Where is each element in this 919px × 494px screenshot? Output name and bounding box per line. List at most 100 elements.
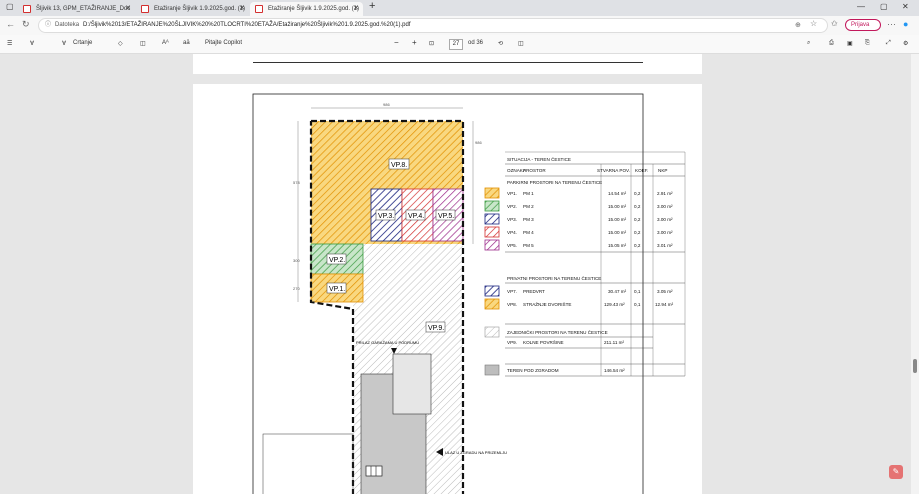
section-private: PRIVATNI PROSTORI NA TERENU ČESTICE (507, 275, 601, 281)
pdf-page-previous (193, 54, 702, 74)
vertical-scrollbar[interactable] (911, 54, 919, 494)
draw-icon[interactable]: ∀ (62, 40, 66, 47)
pdf-icon (23, 5, 31, 13)
section-parking: PARKIRNI PROSTORI NA TERENU ČESTICE (507, 179, 602, 185)
table-cell: 0,2 (634, 217, 641, 222)
maximize-icon[interactable]: ▢ (880, 2, 888, 11)
dim-right: 986 (475, 140, 482, 145)
pdf-icon (255, 5, 263, 13)
note-entrance: ULAZ U ZGRADU NA PRIZEMLJU (445, 450, 507, 455)
read-aloud-icon[interactable]: Aᴬ (162, 40, 169, 46)
pdf-icon (141, 5, 149, 13)
more-icon[interactable]: ··· (887, 19, 896, 29)
table-cell: 211.11 m² (604, 340, 624, 345)
th-nkp: NKP (658, 168, 667, 173)
favorite-star-icon[interactable]: ☆ (810, 19, 817, 28)
table-cell: 12.94 m² (655, 302, 674, 307)
save-icon[interactable]: ▣ (847, 40, 853, 47)
table-cell: VP7. (507, 289, 517, 294)
table-cell: 129.43 m² (604, 302, 625, 307)
table-cell: 0,2 (634, 204, 641, 209)
close-tab-icon[interactable]: ✕ (125, 2, 131, 16)
th-space: PROSTOR (523, 168, 546, 173)
close-tab-icon[interactable]: ✕ (239, 2, 245, 16)
search-icon[interactable]: ⌕ (807, 40, 810, 47)
page-number-input[interactable]: 27 (449, 39, 463, 50)
signin-button[interactable]: Prijava (845, 19, 881, 31)
table-cell: PM 2 (523, 204, 534, 209)
eraser-icon[interactable]: ◇ (118, 40, 123, 47)
minimize-icon[interactable]: — (857, 2, 865, 11)
table-cell: 3.05 m² (657, 289, 673, 294)
table-cell: 14.54 m² (608, 191, 627, 196)
contents-icon[interactable]: ☰ (7, 40, 12, 47)
window-menu-icon[interactable]: ▢ (6, 2, 14, 11)
close-tab-icon[interactable]: ✕ (353, 2, 359, 16)
tab-3[interactable]: Etažiranje Šljivik 1.9.2025.god. (1) ✕ (250, 2, 363, 16)
table-cell: 3.01 m² (657, 243, 673, 248)
table-cell: 3.00 m² (657, 204, 673, 209)
close-window-icon[interactable]: ✕ (902, 2, 909, 11)
table-cell: 15.00 m² (608, 204, 627, 209)
address-bar: ← ↻ ⓘ Datoteka D:/Šljivik%2013/ETAŽIRANJE%… (0, 16, 919, 35)
back-icon[interactable]: ← (6, 19, 15, 29)
pdf-toolbar: ☰ ∀ ∀ Crtanje ◇ ◫ Aᴬ aā Pitajte Copilot … (0, 35, 919, 54)
two-page-icon[interactable]: ◫ (518, 40, 524, 47)
fullscreen-icon[interactable]: ⤢ (886, 40, 891, 47)
table-cell: VP3. (507, 217, 517, 222)
dim-left-3: 270 (293, 286, 300, 291)
label-vp9: VP.9. (428, 325, 444, 332)
note-garage: PRILAZ GARAŽAMA U PODRUMU (356, 340, 419, 345)
zoom-out-button[interactable]: − (394, 38, 399, 47)
settings-gear-icon[interactable]: ⚙ (903, 40, 908, 47)
pdf-page-current: 986 578 300 270 986 VP.8. VP.3. VP.4. VP… (193, 84, 702, 494)
tab-2[interactable]: Etažiranje Šljivik 1.9.2025.god. (1) ✕ (136, 2, 249, 16)
dim-left-1: 578 (293, 180, 300, 185)
file-info-icon: ⓘ (45, 22, 52, 28)
tab-1[interactable]: Šljivik 13, GPM_ETAŽIRANJE_Doc ✕ (18, 2, 135, 16)
tab-3-title: Etažiranje Šljivik 1.9.2025.god. (1) (268, 6, 360, 12)
rotate-icon[interactable]: ⟲ (498, 40, 503, 47)
parking-rows: VP1. PM 1 14.54 m² 0,2 2.91 m² VP2. PM 2… (484, 187, 673, 251)
copilot-icon[interactable]: ● (903, 19, 908, 29)
dim-top: 986 (383, 102, 390, 107)
highlight-icon[interactable]: ∀ (30, 40, 34, 47)
section-common: ZAJEDNIČKI PROSTORI NA TERENU ČESTICE (507, 329, 608, 335)
label-vp4: VP.4. (408, 213, 424, 220)
tab-bar: ▢ Šljivik 13, GPM_ETAŽIRANJE_Doc ✕ Etaži… (0, 0, 919, 16)
fit-page-icon[interactable]: ⊡ (429, 40, 434, 47)
table-cell: PM 1 (523, 191, 534, 196)
page-count: od 36 (468, 40, 484, 46)
url-scheme-label: Datoteka (55, 22, 80, 28)
url-input[interactable]: ⓘ Datoteka D:/Šljivik%2013/ETAŽIRANJE%20ŠL… (38, 18, 828, 33)
table-cell: 146.54 m² (604, 368, 625, 373)
table-cell: 15.00 m² (608, 230, 627, 235)
table-cell: VP5. (507, 243, 517, 248)
copilot-label[interactable]: Pitajte Copilot (205, 40, 242, 46)
find-icon[interactable]: aā (183, 40, 190, 46)
th-area: STVARNA POV. (597, 168, 630, 173)
pdf-tools-icon[interactable]: ✎ (889, 465, 903, 479)
label-vp2: VP.2. (329, 257, 345, 264)
new-tab-icon[interactable]: + (369, 0, 375, 12)
print-icon[interactable]: ⎙ (829, 40, 834, 47)
view-icon[interactable]: ◫ (140, 40, 146, 47)
draw-label[interactable]: Crtanje (73, 40, 92, 46)
table-cell: VP8. (507, 302, 517, 307)
scrollbar-thumb[interactable] (913, 359, 917, 373)
dim-left-2: 300 (293, 258, 300, 263)
tab-2-title: Etažiranje Šljivik 1.9.2025.god. (1) (154, 6, 246, 12)
zoom-in-button[interactable]: + (412, 38, 417, 47)
pdf-viewer[interactable]: 986 578 300 270 986 VP.8. VP.3. VP.4. VP… (0, 54, 911, 494)
save-as-icon[interactable]: ⎘ (865, 40, 870, 47)
zoom-icon[interactable]: ⊕ (795, 21, 801, 29)
signin-label: Prijava (851, 22, 870, 28)
table-cell: PM 4 (523, 230, 534, 235)
favorites-icon[interactable]: ✩ (831, 19, 838, 28)
table-cell: 15.05 m² (608, 243, 627, 248)
table-cell: 3.00 m² (657, 217, 673, 222)
refresh-icon[interactable]: ↻ (22, 19, 30, 30)
table-cell: STRAŽNJE DVORIŠTE (523, 300, 572, 307)
page-line (253, 62, 643, 63)
table-cell: 0,1 (634, 302, 641, 307)
